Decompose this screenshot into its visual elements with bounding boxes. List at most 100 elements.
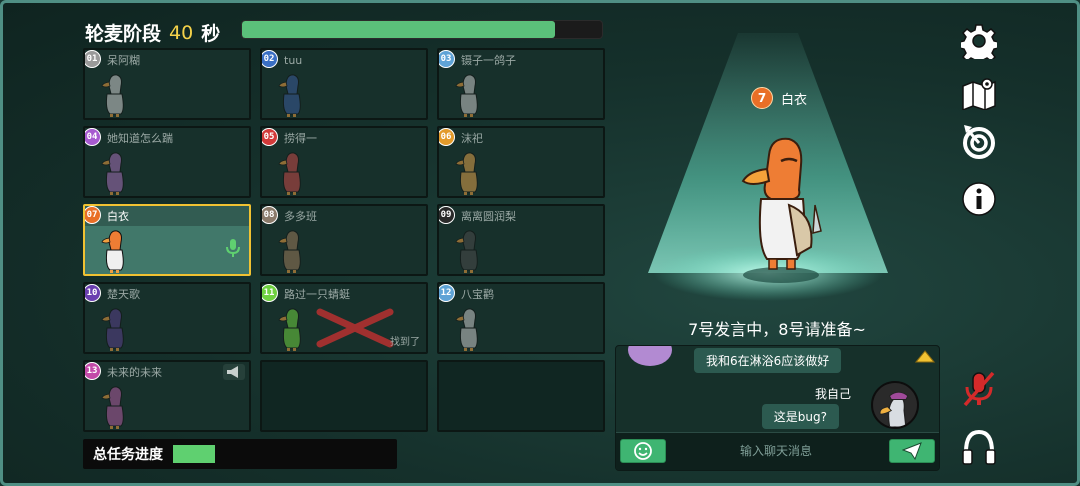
- player-number-badge: 11: [262, 284, 278, 302]
- phase-timer-bar: [241, 20, 603, 39]
- target-button[interactable]: [959, 121, 999, 161]
- audio-toggle-button[interactable]: [959, 427, 999, 467]
- player-goose-avatar: [101, 386, 124, 429]
- speaker-name: 白衣: [781, 92, 808, 108]
- headphones-icon: [962, 429, 996, 465]
- mic-toggle-button[interactable]: [959, 369, 999, 409]
- player-name: 离离圆润梨: [461, 210, 516, 223]
- chat-self-avatar: [871, 381, 919, 429]
- speaker-goose-avatar: [741, 137, 822, 283]
- chat-collapse-icon[interactable]: [915, 350, 935, 364]
- player-slot-empty: [437, 360, 605, 432]
- phase-timer-fill: [242, 21, 556, 38]
- chat-panel: 我和6在淋浴6应该做好 我自己 这是bug?: [615, 345, 940, 471]
- eliminated-cross-icon: [316, 308, 394, 348]
- player-number-badge: 06: [439, 128, 455, 146]
- player-card[interactable]: 03 镊子一鸽子: [437, 48, 605, 120]
- player-card-header: 08 多多班: [262, 206, 426, 226]
- player-card-header: 04 她知道怎么踹: [85, 128, 249, 148]
- player-goose-avatar: [278, 230, 301, 273]
- player-card[interactable]: 02 tuu: [260, 48, 428, 120]
- player-name: 她知道怎么踹: [107, 132, 173, 145]
- game-frame: 轮麦阶段 40 秒 01 呆阿糊 02 tuu 03 镊子一鸽子 04 她知道怎么踹 05 捞得一…: [0, 0, 1080, 486]
- player-card[interactable]: 01 呆阿糊: [83, 48, 251, 120]
- player-number-badge: 02: [262, 50, 278, 68]
- player-goose-avatar: [101, 230, 124, 273]
- chat-message: 我和6在淋浴6应该做好: [694, 348, 842, 373]
- emoji-button[interactable]: [620, 439, 666, 463]
- player-card-header: 07 白衣: [85, 206, 249, 226]
- player-card-header: 09 离离圆润梨: [439, 206, 603, 226]
- player-card-header: 11 路过一只蜻蜓: [262, 284, 426, 304]
- task-progress-label: 总任务进度: [93, 447, 163, 463]
- phase-seconds-unit: 秒: [201, 23, 221, 45]
- player-card[interactable]: 11 路过一只蜻蜓找到了: [260, 282, 428, 354]
- task-progress-track: [173, 445, 393, 463]
- player-grid: 01 呆阿糊 02 tuu 03 镊子一鸽子 04 她知道怎么踹 05 捞得一 06 沫祀 07 白衣 08…: [83, 48, 605, 432]
- speaker-number-badge: 7: [751, 87, 773, 109]
- send-icon: [902, 442, 922, 460]
- player-goose-avatar: [455, 74, 478, 117]
- player-goose-avatar: [101, 308, 124, 351]
- player-card-header: 06 沫祀: [439, 128, 603, 148]
- player-card[interactable]: 12 八宝鹳: [437, 282, 605, 354]
- player-goose-avatar: [278, 308, 301, 351]
- current-speaker-tag: 7 白衣: [751, 87, 807, 109]
- chat-input[interactable]: [676, 439, 876, 463]
- info-button[interactable]: [959, 179, 999, 219]
- player-card[interactable]: 10 楚天歌: [83, 282, 251, 354]
- player-goose-avatar: [278, 152, 301, 195]
- gear-icon: [961, 24, 997, 59]
- player-goose-avatar: [455, 230, 478, 273]
- player-slot-empty: [260, 360, 428, 432]
- player-name: 多多班: [284, 210, 317, 223]
- player-card[interactable]: 09 离离圆润梨: [437, 204, 605, 276]
- chat-message-self: 这是bug?: [761, 404, 839, 429]
- task-progress-fill: [173, 445, 215, 463]
- player-name: 沫祀: [461, 132, 483, 145]
- player-name: 捞得一: [284, 132, 317, 145]
- player-goose-avatar: [278, 74, 301, 117]
- phase-seconds: 40: [169, 21, 194, 44]
- player-card[interactable]: 05 捞得一: [260, 126, 428, 198]
- player-card[interactable]: 13 未来的未来: [83, 360, 251, 432]
- player-name: 路过一只蜻蜓: [284, 288, 350, 301]
- player-name: tuu: [284, 53, 303, 67]
- player-name: 呆阿糊: [107, 54, 140, 67]
- player-name: 楚天歌: [107, 288, 140, 301]
- chat-other-avatar: [628, 346, 672, 366]
- megaphone-icon: [223, 364, 245, 380]
- player-name: 未来的未来: [107, 366, 162, 379]
- settings-button[interactable]: [959, 21, 999, 61]
- phase-label: 轮麦阶段: [85, 23, 162, 45]
- player-goose-avatar: [455, 308, 478, 351]
- map-icon: [962, 78, 996, 110]
- player-card[interactable]: 07 白衣: [83, 204, 251, 276]
- player-number-badge: 05: [262, 128, 278, 146]
- player-name: 白衣: [107, 210, 129, 223]
- target-icon: [963, 125, 995, 159]
- player-card[interactable]: 06 沫祀: [437, 126, 605, 198]
- phase-title: 轮麦阶段 40 秒: [85, 19, 220, 46]
- speaking-mic-icon: [226, 239, 240, 257]
- player-card[interactable]: 04 她知道怎么踹: [83, 126, 251, 198]
- player-goose-avatar: [101, 74, 124, 117]
- player-number-badge: 09: [439, 206, 455, 224]
- map-button[interactable]: [959, 73, 999, 113]
- player-number-badge: 13: [85, 362, 101, 380]
- task-progress-panel: 总任务进度: [83, 439, 397, 469]
- player-card-header: 10 楚天歌: [85, 284, 249, 304]
- player-name: 八宝鹳: [461, 288, 494, 301]
- player-number-badge: 01: [85, 50, 101, 68]
- player-card[interactable]: 08 多多班: [260, 204, 428, 276]
- player-number-badge: 03: [439, 50, 455, 68]
- player-number-badge: 08: [262, 206, 278, 224]
- player-card-header: 12 八宝鹳: [439, 284, 603, 304]
- player-card-header: 05 捞得一: [262, 128, 426, 148]
- smiley-icon: [634, 442, 652, 460]
- player-card-header: 03 镊子一鸽子: [439, 50, 603, 70]
- body-found-label: 找到了: [390, 337, 420, 348]
- player-number-badge: 12: [439, 284, 455, 302]
- send-button[interactable]: [889, 439, 935, 463]
- player-number-badge: 10: [85, 284, 101, 302]
